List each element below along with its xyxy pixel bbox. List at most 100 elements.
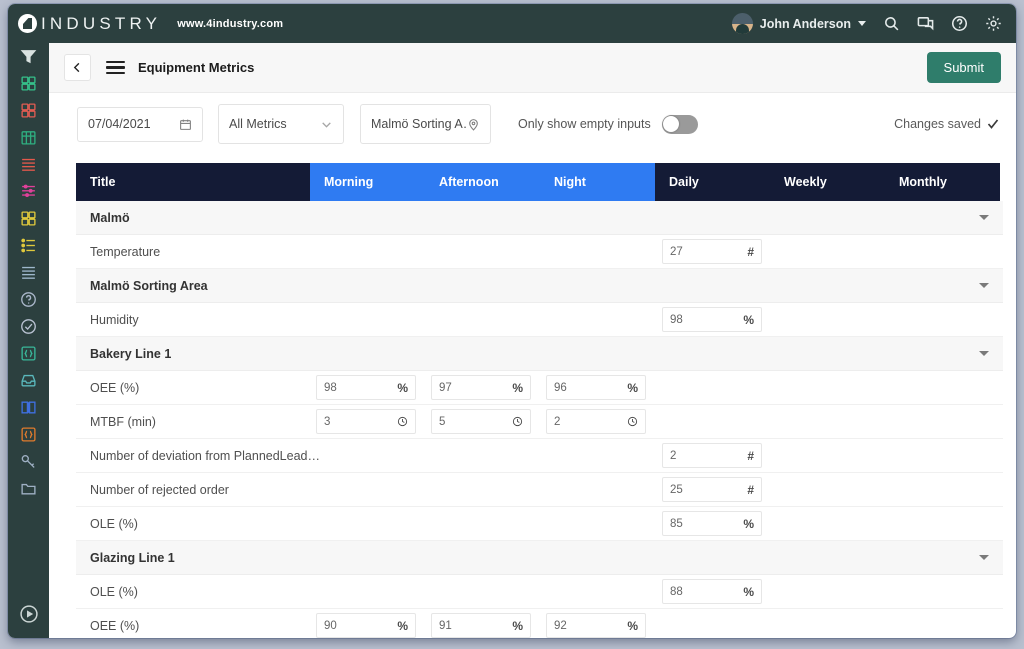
input-afternoon[interactable]: 97% bbox=[431, 375, 531, 400]
sidebar-item-9[interactable] bbox=[8, 286, 49, 313]
group-header-row[interactable]: Malmö Sorting Area bbox=[76, 269, 1003, 303]
hamburger-menu-icon[interactable] bbox=[106, 60, 125, 75]
page-header-bar: Equipment Metrics Submit bbox=[49, 43, 1016, 93]
column-header-label: Monthly bbox=[899, 175, 947, 189]
metrics-value: All Metrics bbox=[229, 117, 287, 131]
sliders-icon bbox=[22, 184, 35, 197]
rail-play-button[interactable] bbox=[8, 604, 49, 624]
back-button[interactable] bbox=[64, 54, 91, 81]
input-afternoon[interactable]: 91% bbox=[431, 613, 531, 638]
group-name: Malmö Sorting Area bbox=[90, 278, 208, 293]
brand-url: www.4industry.com bbox=[177, 17, 284, 30]
sidebar-item-14[interactable] bbox=[8, 421, 49, 448]
column-header-label: Daily bbox=[669, 175, 699, 189]
checklist-icon bbox=[21, 238, 35, 253]
unit-number-icon: # bbox=[747, 482, 754, 497]
input-daily[interactable]: 2 # bbox=[662, 443, 762, 468]
book-icon bbox=[21, 401, 36, 414]
input-night[interactable]: 92% bbox=[546, 613, 646, 638]
column-header-label: Title bbox=[90, 175, 116, 189]
funnel-icon bbox=[20, 50, 37, 64]
sidebar-item-6[interactable] bbox=[8, 205, 49, 232]
sidebar-item-7[interactable] bbox=[8, 232, 49, 259]
location-select[interactable]: Malmö Sorting A… bbox=[360, 104, 491, 144]
save-status-text: Changes saved bbox=[894, 117, 981, 131]
column-header-morning[interactable]: Morning bbox=[310, 163, 425, 201]
input-value: 25 bbox=[670, 483, 683, 496]
grid-squares-icon bbox=[21, 103, 36, 118]
input-morning[interactable]: 3 bbox=[316, 409, 416, 434]
list-lines-icon bbox=[22, 158, 35, 171]
map-pin-icon bbox=[469, 118, 478, 131]
input-daily[interactable]: 88% bbox=[662, 579, 762, 604]
gear-icon[interactable] bbox=[985, 15, 1002, 32]
chat-icon[interactable] bbox=[917, 15, 934, 32]
sidebar-item-11[interactable] bbox=[8, 340, 49, 367]
input-daily[interactable]: 25 # bbox=[662, 477, 762, 502]
input-value: 91 bbox=[439, 619, 452, 632]
sidebar-item-3[interactable] bbox=[8, 124, 49, 151]
application-window: INDUSTRY www.4industry.com John Anderson bbox=[8, 4, 1016, 638]
column-header-label: Morning bbox=[324, 175, 374, 189]
user-name: John Anderson bbox=[759, 16, 851, 31]
metrics-select[interactable]: All Metrics bbox=[218, 104, 344, 144]
sidebar-item-16[interactable] bbox=[8, 475, 49, 502]
column-header-title[interactable]: Title bbox=[76, 163, 310, 201]
input-daily[interactable]: 27 # bbox=[662, 239, 762, 264]
play-circle-icon bbox=[19, 605, 38, 623]
column-header-weekly[interactable]: Weekly bbox=[770, 163, 885, 201]
unit-percent-icon: % bbox=[397, 618, 408, 633]
column-header-daily[interactable]: Daily bbox=[655, 163, 770, 201]
input-daily[interactable]: 98% bbox=[662, 307, 762, 332]
input-night[interactable]: 2 bbox=[546, 409, 646, 434]
sidebar-item-0[interactable] bbox=[8, 43, 49, 70]
sidebar-item-5[interactable] bbox=[8, 178, 49, 205]
sidebar-item-10[interactable] bbox=[8, 313, 49, 340]
sidebar-item-13[interactable] bbox=[8, 394, 49, 421]
column-header-afternoon[interactable]: Afternoon bbox=[425, 163, 540, 201]
unit-number-icon: # bbox=[747, 244, 754, 259]
input-morning[interactable]: 90% bbox=[316, 613, 416, 638]
chevron-down-icon[interactable] bbox=[979, 351, 989, 356]
chevron-down-icon[interactable] bbox=[979, 215, 989, 220]
braces-icon bbox=[21, 346, 36, 361]
empty-inputs-toggle[interactable] bbox=[661, 114, 698, 134]
group-header-row[interactable]: Bakery Line 1 bbox=[76, 337, 1003, 371]
help-icon[interactable] bbox=[951, 15, 968, 32]
input-daily[interactable]: 85% bbox=[662, 511, 762, 536]
metric-name: OEE (%) bbox=[90, 618, 140, 633]
sidebar-item-8[interactable] bbox=[8, 259, 49, 286]
group-header-row[interactable]: Malmö bbox=[76, 201, 1003, 235]
column-header-label: Night bbox=[554, 175, 586, 189]
metric-name: OLE (%) bbox=[90, 584, 138, 599]
column-header-night[interactable]: Night bbox=[540, 163, 655, 201]
sidebar-item-2[interactable] bbox=[8, 97, 49, 124]
table-row: OLE (%) 88% bbox=[76, 575, 1003, 609]
chevron-down-icon[interactable] bbox=[979, 555, 989, 560]
group-header-row[interactable]: Glazing Line 1 bbox=[76, 541, 1003, 575]
sidebar-item-4[interactable] bbox=[8, 151, 49, 178]
sidebar-item-15[interactable] bbox=[8, 448, 49, 475]
input-afternoon[interactable]: 5 bbox=[431, 409, 531, 434]
input-value: 88 bbox=[670, 585, 683, 598]
brand-logo[interactable]: INDUSTRY www.4industry.com bbox=[18, 14, 283, 33]
submit-button[interactable]: Submit bbox=[926, 52, 1001, 83]
chevron-down-icon bbox=[858, 21, 866, 26]
metric-name: OLE (%) bbox=[90, 516, 138, 531]
unit-percent-icon: % bbox=[512, 618, 523, 633]
input-morning[interactable]: 98% bbox=[316, 375, 416, 400]
save-status: Changes saved bbox=[894, 117, 999, 131]
date-picker[interactable]: 07/04/2021 bbox=[77, 106, 203, 142]
sidebar-item-1[interactable] bbox=[8, 70, 49, 97]
user-menu[interactable]: John Anderson bbox=[731, 13, 866, 34]
folder-icon bbox=[21, 483, 36, 495]
sidebar-item-12[interactable] bbox=[8, 367, 49, 394]
column-header-monthly[interactable]: Monthly bbox=[885, 163, 1000, 201]
input-value: 2 bbox=[670, 449, 677, 462]
top-brand-bar: INDUSTRY www.4industry.com John Anderson bbox=[8, 4, 1016, 43]
chevron-down-icon[interactable] bbox=[979, 283, 989, 288]
search-icon[interactable] bbox=[883, 15, 900, 32]
group-name: Bakery Line 1 bbox=[90, 346, 172, 361]
metric-name: MTBF (min) bbox=[90, 414, 156, 429]
input-night[interactable]: 96% bbox=[546, 375, 646, 400]
